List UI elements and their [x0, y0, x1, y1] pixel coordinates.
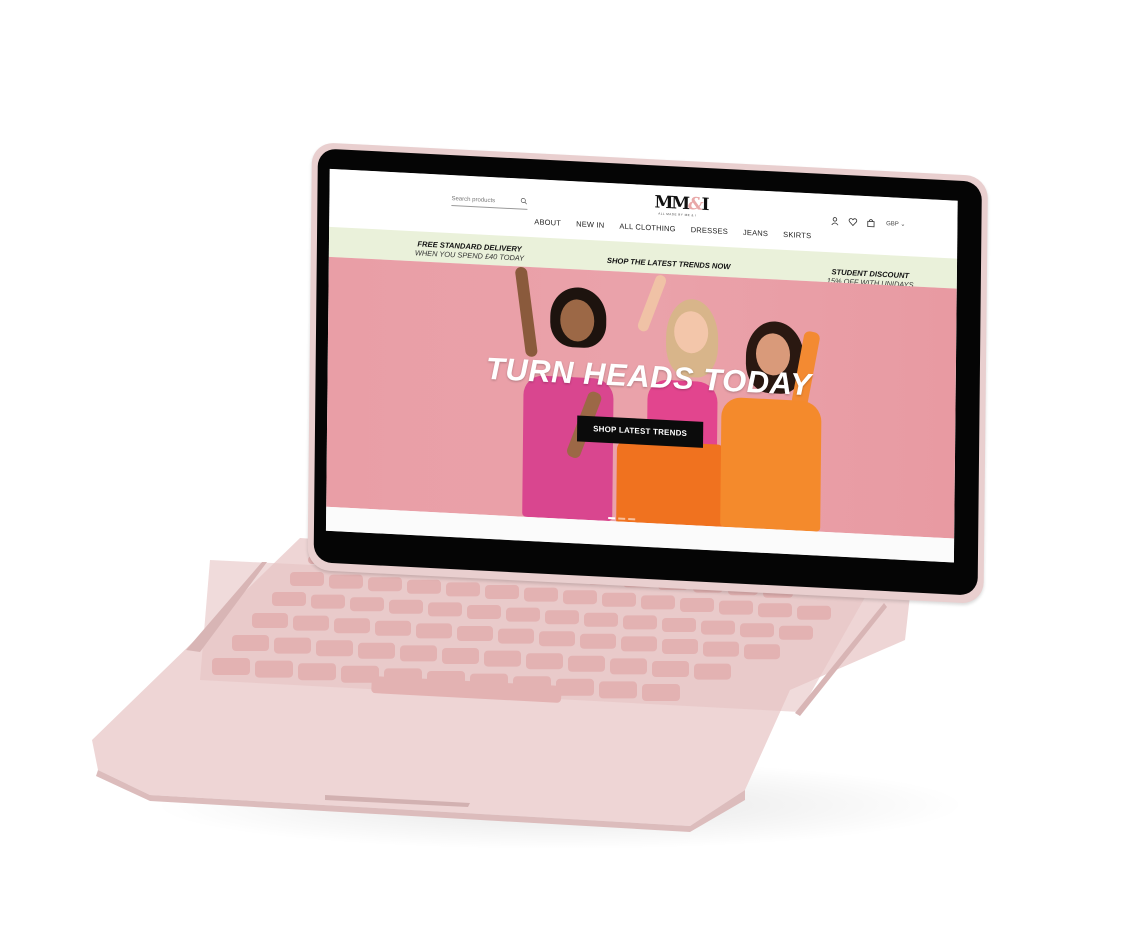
nav-item-about[interactable]: ABOUT: [534, 217, 561, 227]
keyboard-key: [758, 603, 792, 618]
keyboard-key: [539, 631, 575, 647]
keyboard-key: [498, 628, 534, 644]
header-utilities: GBP ⌄: [830, 214, 905, 230]
keyboard-key: [623, 615, 657, 630]
keyboard-key: [652, 661, 689, 677]
keyboard-key: [467, 605, 501, 619]
keyboard-key: [680, 598, 714, 612]
promo-latest-trends[interactable]: SHOP THE LATEST TRENDS NOW: [607, 256, 731, 271]
keyboard-key: [610, 658, 647, 675]
keyboard-key: [290, 572, 324, 586]
nav-item-skirts[interactable]: SKIRTS: [783, 230, 811, 240]
keyboard-key: [375, 620, 411, 636]
keyboard-key: [212, 658, 250, 675]
brand-logo[interactable]: MM&I ALL MADE BY ME & I: [654, 192, 707, 217]
keyboard-key: [298, 663, 336, 681]
keyboard-key: [744, 644, 780, 660]
keyboard-key: [563, 590, 597, 605]
keyboard-key: [641, 595, 675, 610]
keyboard-key: [642, 684, 680, 701]
keyboard-key: [694, 663, 731, 680]
keyboard-key: [779, 625, 813, 640]
keyboard-key: [368, 577, 402, 592]
bag-icon[interactable]: [866, 218, 875, 227]
keyboard-key: [568, 655, 605, 672]
logo-letter: I: [701, 194, 708, 216]
slider-dot[interactable]: [608, 517, 616, 520]
keyboard-key: [556, 678, 594, 696]
laptop-bezel: Search products MM&I ALL MADE BY ME & I: [313, 148, 982, 596]
keyboard-key: [389, 599, 423, 614]
keyboard-key: [446, 582, 480, 597]
nav-item-new-in[interactable]: NEW IN: [576, 219, 604, 229]
keyboard-key: [719, 600, 753, 615]
keyboard-key: [797, 605, 831, 620]
keyboard-key: [416, 623, 452, 639]
keyboard-key: [400, 645, 437, 662]
keyboard-key: [703, 641, 739, 657]
keyboard-key: [428, 602, 462, 617]
keyboard-key: [599, 681, 637, 699]
keyboard-key: [506, 607, 540, 622]
keyboard-key: [662, 639, 698, 654]
keyboard-key: [255, 660, 293, 678]
keyboard-key: [329, 574, 363, 589]
slider-dot[interactable]: [628, 518, 636, 521]
keyboard-key: [526, 653, 563, 670]
keyboard-key: [662, 618, 696, 632]
keyboard-key: [457, 626, 493, 641]
logo-ampersand: &: [688, 194, 702, 215]
keyboard-key: [311, 594, 345, 609]
slider-dot[interactable]: [618, 517, 626, 520]
search-field[interactable]: Search products: [451, 194, 528, 210]
heart-icon[interactable]: [848, 217, 857, 226]
main-navigation: ABOUT NEW IN ALL CLOTHING DRESSES JEANS …: [534, 217, 811, 240]
keyboard-key: [621, 636, 657, 652]
keyboard-key: [252, 613, 288, 628]
keyboard-key: [484, 650, 521, 667]
keyboard-key: [316, 640, 353, 657]
keyboard-key: [232, 635, 269, 651]
keyboard-key: [334, 618, 370, 634]
keyboard-key: [545, 610, 579, 625]
keyboard-key: [602, 592, 636, 607]
keyboard-key: [350, 597, 384, 612]
keyboard-key: [524, 587, 558, 602]
user-icon[interactable]: [830, 216, 839, 225]
currency-label: GBP: [886, 220, 899, 228]
keyboard-key: [580, 633, 616, 649]
keyboard-key: [584, 612, 618, 627]
hero-banner: TURN HEADS TODAY SHOP LATEST TRENDS: [326, 256, 957, 539]
keyboard-key: [272, 592, 306, 606]
keyboard-key: [293, 615, 329, 631]
search-input[interactable]: Search products: [451, 194, 495, 206]
chevron-down-icon: ⌄: [900, 221, 906, 228]
keyboard-key: [358, 642, 395, 659]
keyboard-key: [407, 579, 441, 594]
search-icon[interactable]: [520, 198, 528, 205]
currency-selector[interactable]: GBP ⌄: [886, 220, 905, 228]
keyboard-key: [701, 620, 735, 635]
promo-center-text: SHOP THE LATEST TRENDS NOW: [606, 255, 731, 272]
laptop-lid: Search products MM&I ALL MADE BY ME & I: [307, 142, 988, 605]
nav-item-dresses[interactable]: DRESSES: [691, 225, 728, 236]
promo-delivery[interactable]: FREE STANDARD DELIVERY WHEN YOU SPEND £4…: [415, 239, 524, 262]
nav-item-jeans[interactable]: JEANS: [743, 228, 768, 238]
keyboard-key: [485, 585, 519, 599]
keyboard-key: [442, 648, 479, 664]
keyboard-key: [274, 637, 311, 654]
browser-viewport: Search products MM&I ALL MADE BY ME & I: [325, 168, 958, 563]
keyboard-key: [740, 623, 774, 638]
nav-item-all-clothing[interactable]: ALL CLOTHING: [619, 222, 675, 234]
